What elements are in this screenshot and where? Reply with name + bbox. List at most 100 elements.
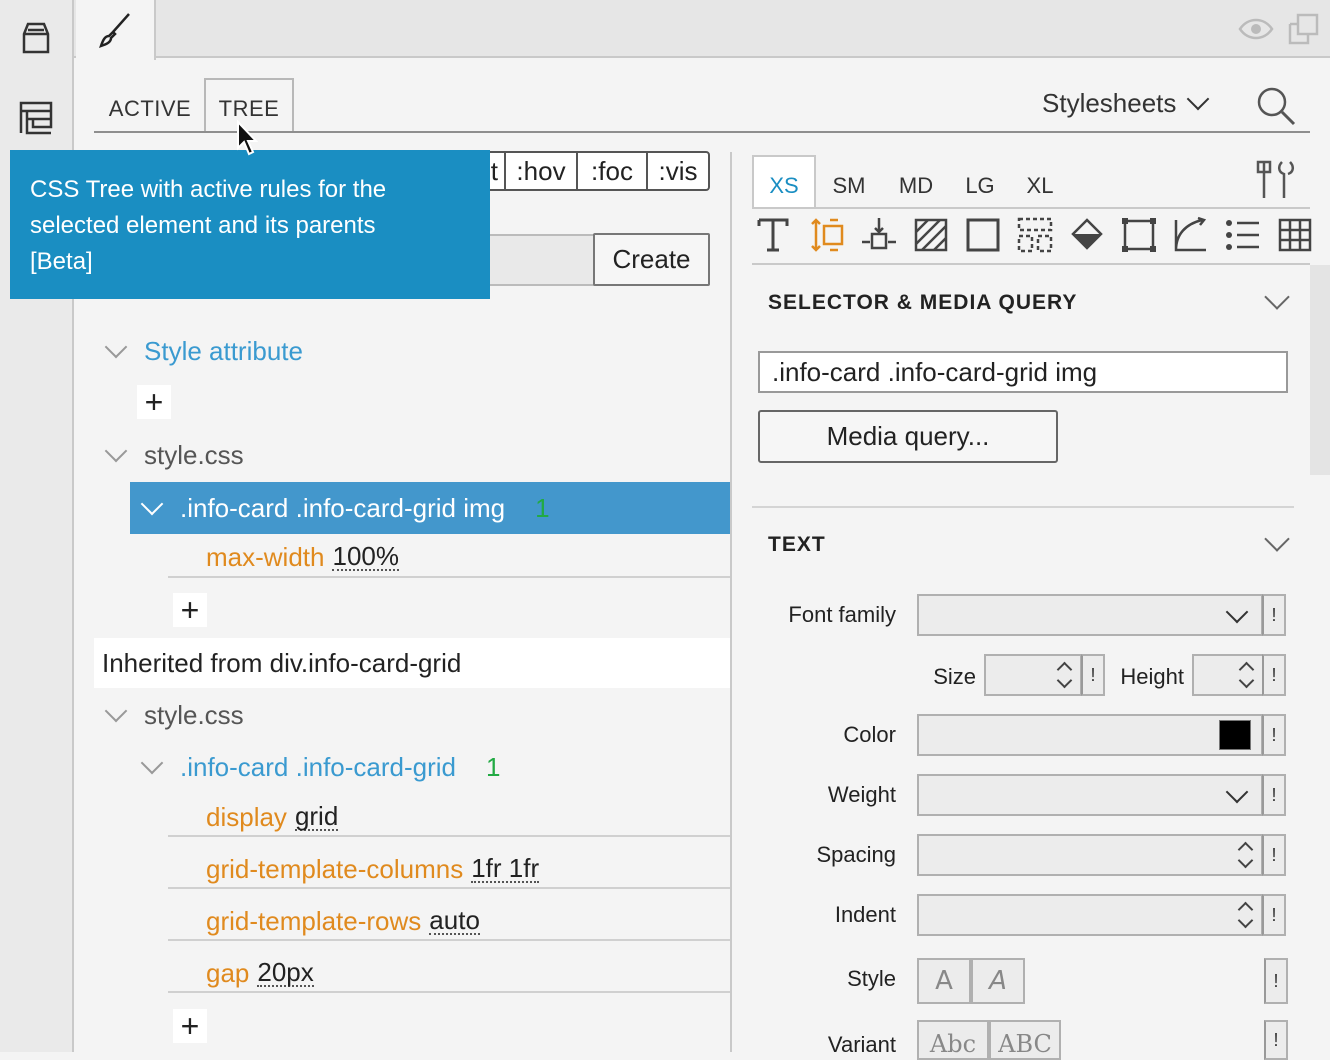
tooltip: CSS Tree with active rules for the selec… <box>10 150 490 299</box>
add-property-button[interactable]: + <box>173 593 207 627</box>
position-icon[interactable] <box>858 214 900 256</box>
line-height-input[interactable] <box>1192 654 1264 696</box>
important-toggle[interactable]: ! <box>1262 834 1286 876</box>
stylesheet-label: style.css <box>144 439 244 470</box>
height-label: Height <box>1120 664 1184 689</box>
breakpoint-xl[interactable]: XL <box>1014 155 1066 209</box>
tab-active[interactable]: ACTIVE <box>96 78 204 132</box>
important-toggle[interactable]: ! <box>1262 714 1286 756</box>
letter-spacing-input[interactable] <box>917 834 1263 876</box>
divider <box>752 506 1294 508</box>
add-property-button[interactable]: + <box>173 1009 207 1043</box>
stepper-icon[interactable] <box>1056 658 1072 692</box>
breakpoint-xs[interactable]: XS <box>752 155 816 209</box>
property-name: gap <box>206 957 250 988</box>
list-icon[interactable] <box>1222 214 1264 256</box>
transform-icon[interactable] <box>1170 214 1212 256</box>
important-toggle[interactable]: ! <box>1264 1020 1288 1060</box>
property-row[interactable]: grid-template-rows auto <box>206 904 480 938</box>
stepper-icon[interactable] <box>1237 838 1253 872</box>
divider <box>752 263 1310 265</box>
detach-window-icon[interactable] <box>1286 12 1320 51</box>
breakpoint-lg[interactable]: LG <box>954 155 1006 209</box>
media-query-button[interactable]: Media query... <box>758 410 1058 463</box>
tree-rule[interactable]: .info-card .info-card-grid 1 <box>140 750 500 784</box>
color-swatch[interactable] <box>1219 720 1251 750</box>
property-value[interactable]: grid <box>294 803 339 831</box>
breakpoint-sm[interactable]: SM <box>820 155 878 209</box>
font-style-normal-button[interactable]: A <box>917 958 971 1004</box>
property-row[interactable]: gap 20px <box>206 956 314 990</box>
divider <box>752 207 1310 209</box>
property-name: max-width <box>206 541 325 572</box>
pseudo-visited-button[interactable]: :vis <box>646 151 710 191</box>
important-toggle[interactable]: ! <box>1264 958 1288 1004</box>
property-value[interactable]: 20px <box>257 959 314 987</box>
tooltip-line: [Beta] <box>30 248 93 275</box>
box-model-icon[interactable] <box>1118 214 1160 256</box>
font-family-select[interactable] <box>917 594 1263 636</box>
tools-icon[interactable] <box>1254 158 1298 207</box>
navigator-tree-icon[interactable] <box>14 96 58 140</box>
chevron-down-icon <box>1225 600 1249 624</box>
size-input[interactable] <box>984 654 1082 696</box>
add-property-button[interactable]: + <box>137 385 171 419</box>
fill-icon[interactable] <box>1066 214 1108 256</box>
pseudo-focus-button[interactable]: :foc <box>576 151 648 191</box>
divider <box>168 835 730 837</box>
rule-count: 1 <box>535 492 550 523</box>
important-toggle[interactable]: ! <box>1262 654 1286 696</box>
property-name: display <box>206 801 287 832</box>
chevron-down-icon <box>104 699 128 723</box>
property-value[interactable]: 100% <box>332 543 399 571</box>
create-button[interactable]: Create <box>593 233 710 286</box>
new-selector-input[interactable] <box>490 234 596 286</box>
tree-stylesheet[interactable]: style.css <box>104 438 244 472</box>
text-section-title: TEXT <box>768 533 826 556</box>
scrollbar[interactable] <box>1310 265 1330 475</box>
style-editor-tab[interactable] <box>76 0 156 60</box>
stylesheets-dropdown[interactable]: Stylesheets <box>1042 87 1210 119</box>
selector-input[interactable]: .info-card .info-card-grid img <box>758 351 1288 393</box>
stepper-icon[interactable] <box>1238 658 1254 692</box>
font-variant-small-caps-button[interactable]: ABC <box>989 1020 1061 1060</box>
tree-style-attribute[interactable]: Style attribute <box>104 334 303 368</box>
rule-selector: .info-card .info-card-grid <box>180 751 456 782</box>
weight-select[interactable] <box>917 774 1263 816</box>
property-row[interactable]: max-width 100% <box>206 540 399 574</box>
tooltip-line: selected element and its parents <box>30 212 376 239</box>
divider <box>168 939 730 941</box>
tree-stylesheet[interactable]: style.css <box>104 698 244 732</box>
important-toggle[interactable]: ! <box>1262 594 1286 636</box>
chevron-down-icon <box>140 751 164 775</box>
property-row[interactable]: grid-template-columns 1fr 1fr <box>206 852 540 886</box>
text-icon[interactable] <box>752 214 794 256</box>
chevron-down-icon <box>1225 780 1249 804</box>
tree-rule-selected[interactable]: .info-card .info-card-grid img 1 <box>130 482 730 534</box>
table-icon[interactable] <box>1274 214 1316 256</box>
stepper-icon[interactable] <box>1237 898 1253 932</box>
property-value[interactable]: auto <box>429 907 480 935</box>
font-variant-normal-button[interactable]: Abc <box>917 1020 989 1060</box>
pseudo-hover-button[interactable]: :hov <box>504 151 578 191</box>
chevron-down-icon[interactable] <box>1264 526 1290 552</box>
color-input[interactable] <box>917 714 1263 756</box>
property-row[interactable]: display grid <box>206 800 339 834</box>
spacing-icon[interactable] <box>806 214 848 256</box>
search-icon[interactable] <box>1254 84 1298 133</box>
important-toggle[interactable]: ! <box>1081 654 1105 696</box>
eye-icon[interactable] <box>1238 14 1274 49</box>
breakpoint-md[interactable]: MD <box>886 155 946 209</box>
divider <box>168 887 730 889</box>
chevron-down-icon[interactable] <box>1264 284 1290 310</box>
text-indent-input[interactable] <box>917 894 1263 936</box>
property-value[interactable]: 1fr 1fr <box>471 855 540 883</box>
important-toggle[interactable]: ! <box>1262 894 1286 936</box>
important-toggle[interactable]: ! <box>1262 774 1286 816</box>
divider <box>168 576 730 578</box>
background-icon[interactable] <box>910 214 952 256</box>
inbox-icon[interactable] <box>14 16 58 60</box>
layout-icon[interactable] <box>1014 214 1056 256</box>
border-icon[interactable] <box>962 214 1004 256</box>
font-style-italic-button[interactable]: A <box>971 958 1025 1004</box>
